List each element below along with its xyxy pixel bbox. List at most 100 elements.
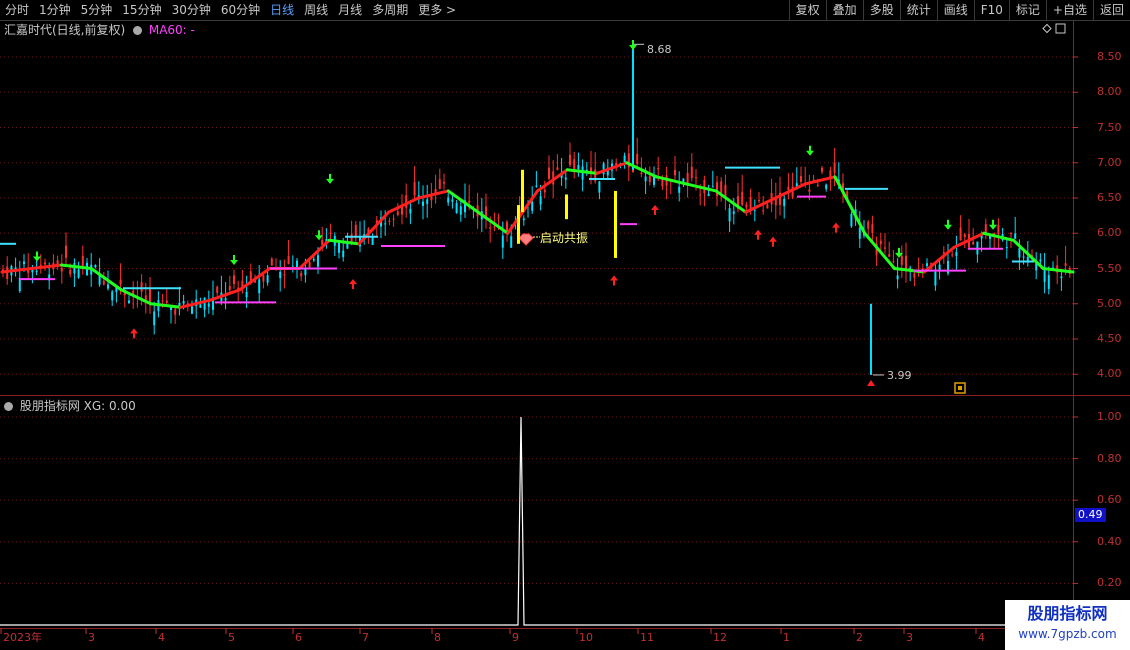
candle-body [329,232,332,234]
time-tick: 1 [783,631,790,644]
candle-body [884,247,886,249]
time-tick: 4 [158,631,165,644]
candle-body [1039,259,1042,262]
candle-body [1018,248,1021,258]
candle-body [539,196,542,205]
candle-body [233,275,235,285]
candle-body [342,250,345,257]
indicator-xg-line [0,416,1073,626]
candle-body [65,245,67,258]
trend-line-segment [238,267,272,292]
candle-body [94,264,97,268]
main-y-tick: 4.00 [1097,367,1122,381]
candle-body [577,165,580,170]
watermark-url: www.7gpzb.com [1018,627,1117,641]
down-arrow-icon [629,39,637,50]
candle-body [720,181,723,194]
candle-body [338,242,340,253]
candle-body [1022,256,1025,258]
candle-body [1064,263,1067,267]
candle-body [766,204,769,209]
candle-body [913,273,916,278]
candle-body [879,240,882,245]
candle-body [867,221,870,229]
candle-body [300,272,303,277]
candle-body [405,195,408,208]
indicator-y-tick: 1.00 [1097,410,1122,423]
up-arrow-icon [349,279,357,290]
candle-body [191,306,193,314]
candle-body [245,291,248,298]
candle-body [228,286,231,290]
candle-body [690,166,693,179]
candle-body [1010,232,1012,235]
candle-body [1060,276,1063,279]
low-price-label: 3.99 [887,369,912,382]
candle-body [224,298,227,301]
main-y-tick: 8.50 [1097,50,1122,63]
candle-body [926,263,928,266]
trend-line-segment [298,238,331,270]
candle-body [312,258,315,261]
time-tick: 7 [362,631,369,644]
candle-body [674,169,676,176]
candle-body [207,303,210,307]
indicator-y-tick: 0.80 [1097,451,1122,465]
main-y-tick: 5.00 [1097,296,1122,310]
diamond-toggle-icon [1042,23,1052,34]
indicator-current-value: 0.49 [1075,508,1106,522]
time-tick: 12 [713,631,727,644]
main-y-tick: 7.50 [1097,120,1122,134]
candle-body [821,167,823,172]
up-arrow-icon [610,275,618,286]
candle-body [203,297,206,310]
time-tick: 8 [434,631,441,644]
candle-body [522,218,525,221]
candle-body [535,185,538,187]
trend-line-segment [149,302,182,309]
window-toggle-icon [1055,23,1066,34]
time-tick: 11 [640,631,654,644]
candle-body [892,261,895,263]
candle-body [77,269,80,278]
candle-body [392,218,395,220]
candle-body [959,227,962,241]
event-marker-dot [958,386,962,390]
up-arrow-icon [651,205,659,216]
trend-line-segment [89,267,123,292]
main-y-tick: 5.50 [1097,261,1122,275]
candle-body [216,286,219,293]
candle-body [493,226,496,228]
candle-body [409,208,412,214]
candle-body [384,223,387,225]
candle-body [468,200,471,203]
down-arrow-icon [33,251,41,262]
candle-body [573,159,576,171]
candle-body [963,234,966,238]
candle-body [783,198,786,207]
high-price-label: 8.68 [647,43,672,56]
candle-body [438,179,441,189]
candle-body [258,279,261,294]
candle-body [905,255,907,269]
candle-body [1047,275,1050,289]
candle-body [762,210,765,212]
trend-line-segment [357,210,391,246]
up-arrow-icon [130,328,138,339]
candle-body [422,201,424,206]
candle-body [657,168,660,170]
candle-body [825,184,828,190]
trend-line-segment [565,168,599,175]
candle-body [753,209,756,211]
candle-body [564,177,567,180]
candle-body [371,237,374,245]
candle-body [644,176,647,182]
trend-line-segment [327,238,361,246]
kline-chart[interactable] [0,0,1130,650]
candle-body [569,154,571,166]
candle-body [44,262,46,265]
watermark-logo: 股朋指标网 www.7gpzb.com [1005,600,1130,650]
signal-candle [521,169,524,213]
candle-body [73,263,76,274]
candle-body [283,274,286,276]
